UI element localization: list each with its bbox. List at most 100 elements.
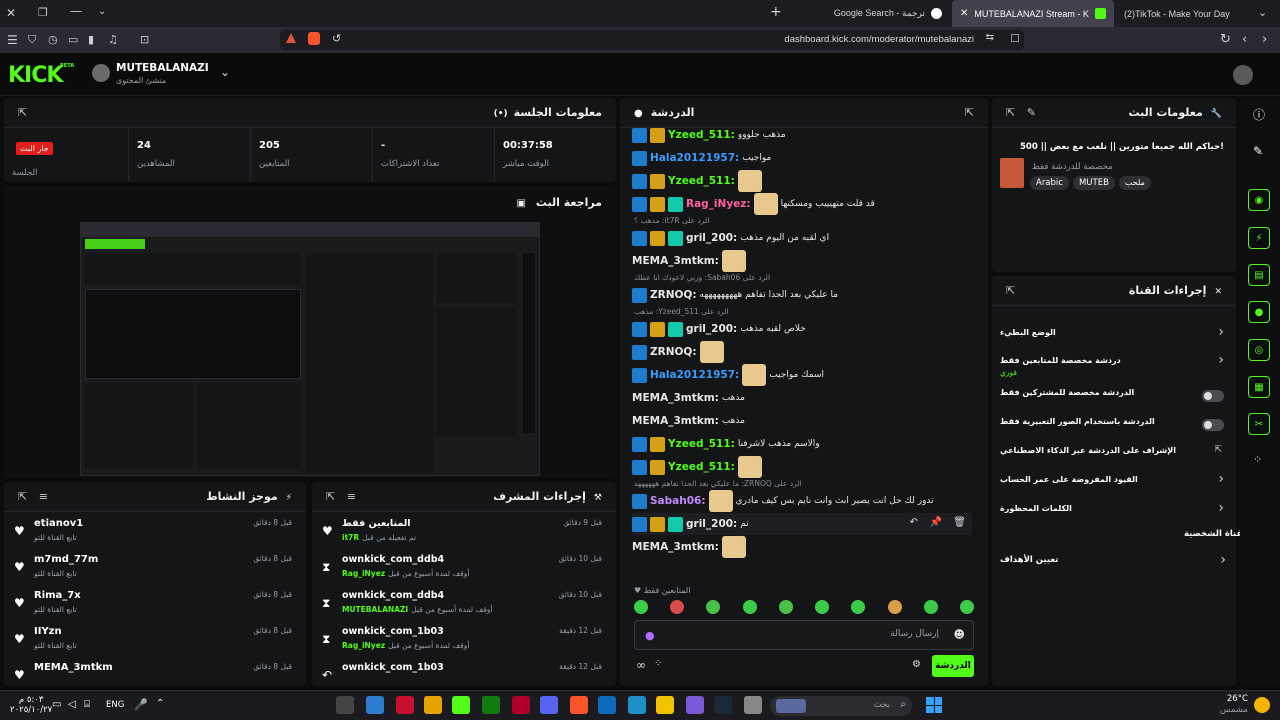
chat-username[interactable]: Hala20121957:	[650, 152, 739, 164]
mod-action-target[interactable]: المتابعين فقط	[342, 518, 411, 529]
notification-icon[interactable]: ▭	[52, 699, 61, 710]
mod-action-target[interactable]: ownkick_com_1b03	[342, 662, 444, 673]
side-btn-doc-icon[interactable]: ▤	[1248, 264, 1270, 286]
popout-icon[interactable]: ⇱	[965, 106, 974, 119]
chat-message[interactable]: Hala20121957: مواجيب	[632, 147, 972, 169]
taskbar-app-icon[interactable]	[714, 696, 732, 714]
bookmark-icon[interactable]: ☐	[1010, 32, 1020, 45]
side-btn-chat-icon[interactable]: ●	[1248, 301, 1270, 323]
activity-username[interactable]: Rima_7x	[34, 590, 81, 601]
more-icon[interactable]: ⁘	[1253, 453, 1262, 466]
activity-username[interactable]: MEMA_3mtkm	[34, 662, 113, 673]
tab-close-icon[interactable]: ✕	[960, 8, 968, 19]
channel-action-item[interactable]: الكلمات المحظورة ›	[1000, 500, 1226, 526]
channel-action-item[interactable]: الدردشة باستخدام الصور التعبيرية فقط	[1000, 415, 1226, 439]
popout-icon[interactable]: ⇱ ≡	[326, 490, 356, 503]
chat-message[interactable]: MEMA_3mtkm: مذهب	[632, 387, 972, 409]
toggle-switch[interactable]	[1202, 390, 1224, 402]
shield-icon[interactable]: ⛉	[28, 33, 36, 47]
reply-icon[interactable]: 🗑	[953, 517, 966, 528]
tag[interactable]: MUTEB	[1072, 176, 1115, 190]
activity-username[interactable]: etianov1	[34, 518, 83, 529]
mod-action-actor[interactable]: MUTEBALANAZI	[342, 605, 408, 614]
activity-item[interactable]: ♥ Rima_7x تابع القناة للتو قبل 8 دقائق	[4, 586, 306, 620]
channel-name[interactable]: MUTEBALANAZI	[116, 62, 209, 74]
chat-message[interactable]: gril_200: تم 🗑 📌 ↶	[632, 513, 972, 535]
quick-emote-icon[interactable]	[634, 600, 648, 614]
chat-username[interactable]: gril_200:	[686, 323, 737, 335]
chat-username[interactable]: ZRNOQ:	[650, 346, 697, 358]
stream-preview-video[interactable]	[80, 222, 540, 476]
quick-emote-icon[interactable]	[959, 600, 974, 614]
taskbar-app-icon[interactable]	[396, 696, 414, 714]
filter-icon[interactable]: ≡	[347, 490, 356, 503]
taskbar-app-icon[interactable]	[598, 696, 616, 714]
quick-emote-icon[interactable]	[815, 600, 830, 614]
taskbar-app-icon[interactable]	[366, 696, 384, 714]
popout-icon[interactable]: ⇱	[1006, 284, 1015, 297]
chat-reply-preview[interactable]: الرد على ZRNOQ: ما عليكي بعد الحدا تفاهم…	[634, 479, 802, 488]
taskbar-app-icon[interactable]	[686, 696, 704, 714]
emoji-icon[interactable]: ☻	[954, 628, 965, 641]
tab-list-icon[interactable]: ⌄	[98, 6, 106, 17]
chat-reply-preview[interactable]: الرد على it7R: مذهب ؟	[634, 216, 709, 225]
mod-action-item[interactable]: ↶ ownkick_com_1b03 قبل 12 دقيقة	[312, 658, 616, 692]
taskbar-app-icon[interactable]	[424, 696, 442, 714]
chat-message[interactable]: MEMA_3mtkm:	[632, 250, 972, 272]
network-icon[interactable]: ⌸	[84, 699, 90, 710]
address-bar[interactable]: ↺ dashboard.kick.com/moderator/mutebalan…	[280, 30, 1024, 50]
reload-button-icon[interactable]: ↻	[1220, 32, 1231, 47]
tag[interactable]: Arabic	[1030, 176, 1069, 190]
infinity-icon[interactable]: ∞	[636, 658, 646, 672]
activity-item[interactable]: ♥ m7md_77m تابع القناة للتو قبل 8 دقائق	[4, 550, 306, 584]
quick-emote-icon[interactable]	[778, 600, 793, 614]
taskbar-app-icon[interactable]	[540, 696, 558, 714]
side-btn-wrench-icon[interactable]: ✂	[1248, 413, 1270, 435]
taskbar-search[interactable]: بحث ⌕	[770, 696, 912, 716]
chat-message[interactable]: Yzeed_511: والاسم مذهب لاشرفنا	[632, 433, 972, 455]
chat-username[interactable]: Hala20121957:	[650, 369, 739, 381]
tab-tiktok[interactable]: (2)TikTok - Make Your Day	[1116, 0, 1246, 27]
activity-item[interactable]: ♥ etianov1 تابع القناة للتو قبل 8 دقائق	[4, 514, 306, 548]
weather-widget[interactable]: 26°C مشمس	[1220, 694, 1248, 716]
taskbar-app-icon[interactable]	[452, 696, 470, 714]
window-menu-icon[interactable]: ✕	[6, 6, 16, 20]
side-btn-live-icon[interactable]: ◎	[1248, 339, 1270, 361]
chat-message[interactable]: MEMA_3mtkm: مذهب	[632, 410, 972, 432]
channel-action-item[interactable]: الدردشة مخصصة للمشتركين فقط	[1000, 386, 1226, 410]
menu-icon[interactable]: ☰	[7, 33, 18, 47]
chat-message[interactable]: Sabah06: تدور لك حل انت يصير ابث وانت ناي…	[632, 490, 972, 512]
chat-message[interactable]: gril_200: اي لقبه من اليوم مذهب	[632, 227, 972, 249]
mod-action-item[interactable]: ⧗ ownkick_com_ddb4 Rag_iNyez أوقف لمدة أسبو…	[312, 550, 616, 584]
chat-username[interactable]: MEMA_3mtkm:	[632, 415, 719, 427]
language-indicator[interactable]: ENG	[106, 700, 124, 710]
pin-icon[interactable]: 📌	[930, 517, 942, 528]
chat-username[interactable]: Sabah06:	[650, 495, 706, 507]
chat-message[interactable]: MEMA_3mtkm:	[632, 536, 972, 558]
mod-action-target[interactable]: ownkick_com_ddb4	[342, 590, 444, 601]
taskbar-app-icon[interactable]	[336, 696, 354, 714]
channel-action-item[interactable]: القيود المفروضة على عمر الحساب ›	[1000, 471, 1226, 497]
mod-action-actor[interactable]: Rag_iNyez	[342, 569, 385, 578]
pencil-icon[interactable]: ✎	[1253, 144, 1263, 158]
mod-action-actor[interactable]: Rag_iNyez	[342, 641, 385, 650]
send-chat-button[interactable]: الدردشة	[932, 655, 974, 677]
delete-icon[interactable]: ↶	[910, 517, 918, 528]
quick-emote-icon[interactable]	[742, 600, 757, 614]
mod-action-item[interactable]: ⧗ ownkick_com_1b03 Rag_iNyez أوقف لمدة أسبو…	[312, 622, 616, 656]
quick-emote-icon[interactable]	[887, 600, 902, 614]
brave-shield-icon[interactable]	[308, 32, 320, 45]
back-icon[interactable]: ‹	[1242, 32, 1247, 47]
chat-username[interactable]: Yzeed_511:	[668, 461, 735, 473]
user-avatar[interactable]	[1233, 65, 1253, 85]
mod-action-target[interactable]: ownkick_com_1b03	[342, 626, 444, 637]
chat-username[interactable]: gril_200:	[686, 518, 737, 530]
taskbar-app-icon[interactable]	[512, 696, 530, 714]
mod-action-item[interactable]: ♥ المتابعين فقط it7R تم تفعيله من قبل قبل 9 …	[312, 514, 616, 548]
chat-message[interactable]: Yzeed_511:	[632, 456, 972, 478]
chat-message[interactable]: gril_200: خلاص لقبه مذهب	[632, 318, 972, 340]
chat-message[interactable]: Rag_iNyez: قد قلت متهيييب ومسكنها	[632, 193, 972, 215]
side-btn-lightning-icon[interactable]: ⚡	[1248, 227, 1270, 249]
tray-chevron-icon[interactable]: ⌃	[156, 698, 164, 709]
site-settings-icon[interactable]: ⇆	[986, 32, 994, 43]
